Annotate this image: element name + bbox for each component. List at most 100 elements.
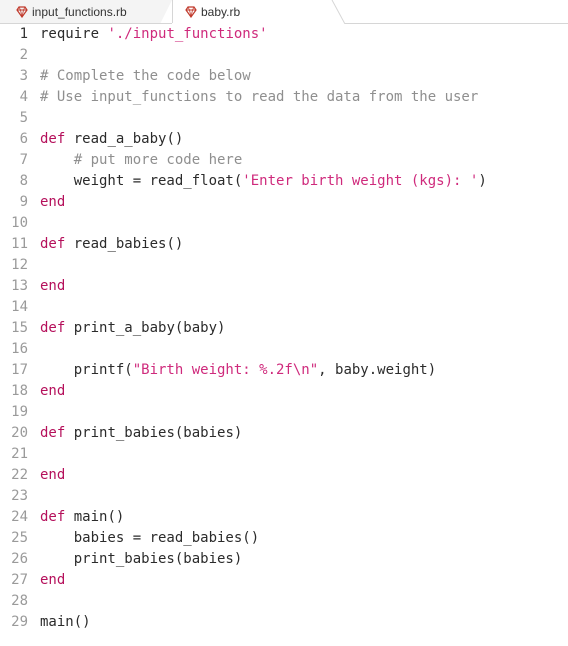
code-token: read_babies()	[65, 236, 184, 252]
code-text: def main()	[40, 507, 124, 528]
code-token: main()	[40, 614, 91, 630]
code-text: # Use input_functions to read the data f…	[40, 87, 478, 108]
comment-token: # Complete the code below	[40, 68, 251, 84]
keyword-token: def	[40, 425, 66, 441]
code-line[interactable]: 15 def print_a_baby(baby)	[0, 318, 568, 339]
line-number: 2	[19, 47, 28, 63]
ruby-icon	[185, 6, 197, 18]
code-token: print_a_baby(baby)	[65, 320, 226, 336]
tab-input-functions[interactable]: input_functions.rb	[0, 0, 172, 24]
code-line[interactable]: 14	[0, 297, 568, 318]
code-text: printf("Birth weight: %.2f\n", baby.weig…	[40, 360, 436, 381]
code-line[interactable]: 20 def print_babies(babies)	[0, 423, 568, 444]
line-number: 3	[19, 68, 28, 84]
code-line[interactable]: 9 end	[0, 192, 568, 213]
code-line[interactable]: 22 end	[0, 465, 568, 486]
code-line[interactable]: 27 end	[0, 570, 568, 591]
code-line[interactable]: 4 # Use input_functions to read the data …	[0, 87, 568, 108]
line-number: 7	[19, 152, 28, 168]
code-text: def print_a_baby(baby)	[40, 318, 225, 339]
code-text: def print_babies(babies)	[40, 423, 242, 444]
line-number: 16	[11, 341, 28, 357]
code-text: babies = read_babies()	[40, 528, 259, 549]
code-line[interactable]: 25 babies = read_babies()	[0, 528, 568, 549]
comment-token: # put more code here	[73, 152, 243, 168]
comment-token: # Use input_functions to read the data f…	[40, 89, 479, 105]
keyword-token: def	[40, 236, 66, 252]
code-line[interactable]: 28	[0, 591, 568, 612]
code-line[interactable]: 19	[0, 402, 568, 423]
tab-baby[interactable]: baby.rb	[172, 0, 345, 24]
line-number: 8	[19, 173, 28, 189]
code-text: # Complete the code below	[40, 66, 251, 87]
line-number: 1	[19, 26, 28, 42]
line-number: 13	[11, 278, 28, 294]
code-editor[interactable]: 1 require './input_functions' 2 3 # Complete…	[0, 24, 568, 646]
code-line[interactable]: 10	[0, 213, 568, 234]
code-line[interactable]: 11 def read_babies()	[0, 234, 568, 255]
code-line[interactable]: 26 print_babies(babies)	[0, 549, 568, 570]
line-number: 5	[19, 110, 28, 126]
code-line[interactable]: 17 printf("Birth weight: %.2f\n", baby.w…	[0, 360, 568, 381]
string-token: "Birth weight: %.2f\n"	[132, 362, 319, 378]
code-token: require	[40, 26, 108, 42]
ruby-icon	[16, 6, 28, 18]
line-number: 12	[11, 257, 28, 273]
line-number: 19	[11, 404, 28, 420]
code-token: main()	[65, 509, 125, 525]
line-number: 15	[11, 320, 28, 336]
line-number: 6	[19, 131, 28, 147]
tab-edge	[331, 0, 345, 24]
tab-label: baby.rb	[201, 5, 241, 19]
code-line[interactable]: 7 # put more code here	[0, 150, 568, 171]
code-line[interactable]: 6 def read_a_baby()	[0, 129, 568, 150]
keyword-token: def	[40, 509, 66, 525]
code-line[interactable]: 21	[0, 444, 568, 465]
code-text: main()	[40, 612, 91, 633]
code-line[interactable]: 8 weight = read_float('Enter birth weigh…	[0, 171, 568, 192]
string-token: './input_functions'	[107, 26, 268, 42]
code-token: print_babies(babies)	[40, 551, 243, 567]
keyword-token: end	[40, 572, 66, 588]
line-number: 21	[11, 446, 28, 462]
line-number: 17	[11, 362, 28, 378]
code-text: end	[40, 276, 65, 297]
code-text: end	[40, 192, 65, 213]
code-line[interactable]: 18 end	[0, 381, 568, 402]
code-text: require './input_functions'	[40, 24, 268, 45]
code-line[interactable]: 3 # Complete the code below	[0, 66, 568, 87]
keyword-token: def	[40, 320, 66, 336]
code-text: def read_babies()	[40, 234, 183, 255]
code-line[interactable]: 13 end	[0, 276, 568, 297]
code-line[interactable]: 1 require './input_functions'	[0, 24, 568, 45]
code-token: )	[478, 173, 487, 189]
code-line[interactable]: 2	[0, 45, 568, 66]
code-token: printf(	[40, 362, 133, 378]
code-token: read_a_baby()	[65, 131, 184, 147]
code-token: , baby.weight)	[318, 362, 437, 378]
code-text: weight = read_float('Enter birth weight …	[40, 171, 487, 192]
code-text: end	[40, 381, 65, 402]
line-number: 27	[11, 572, 28, 588]
code-line[interactable]: 24 def main()	[0, 507, 568, 528]
code-line[interactable]: 23	[0, 486, 568, 507]
tab-bar: input_functions.rb baby.rb	[0, 0, 568, 24]
keyword-token: end	[40, 467, 66, 483]
code-text: end	[40, 570, 65, 591]
keyword-token: end	[40, 194, 66, 210]
code-token: weight = read_float(	[40, 173, 243, 189]
line-number: 29	[11, 614, 28, 630]
code-line[interactable]: 5	[0, 108, 568, 129]
line-number: 9	[19, 194, 28, 210]
code-text: def read_a_baby()	[40, 129, 183, 150]
code-line[interactable]: 16	[0, 339, 568, 360]
code-line[interactable]: 12	[0, 255, 568, 276]
line-number: 4	[19, 89, 28, 105]
line-number: 28	[11, 593, 28, 609]
code-token: print_babies(babies)	[65, 425, 243, 441]
keyword-token: end	[40, 278, 66, 294]
line-number: 11	[11, 236, 28, 252]
code-line[interactable]: 29 main()	[0, 612, 568, 633]
tab-label: input_functions.rb	[32, 5, 127, 19]
